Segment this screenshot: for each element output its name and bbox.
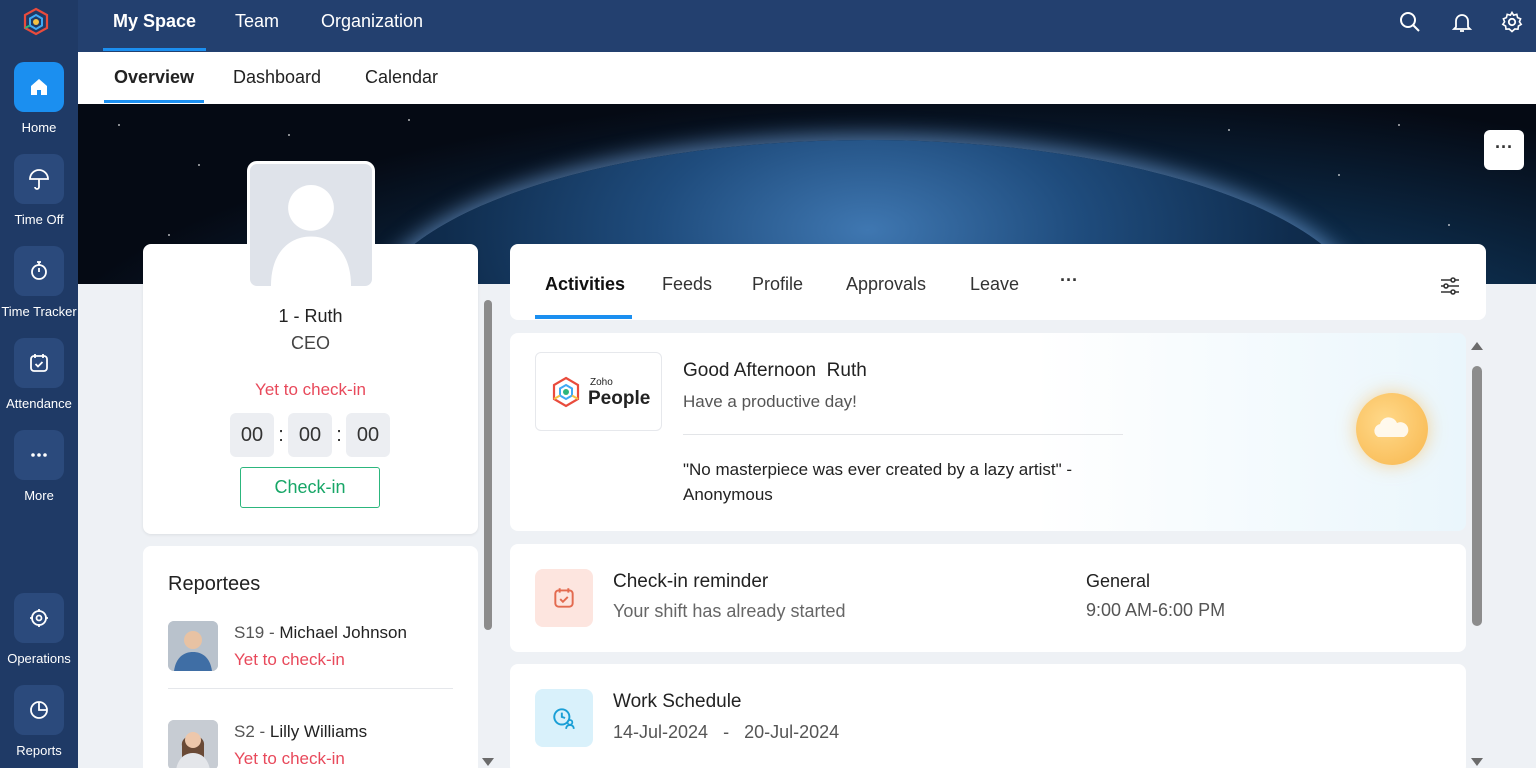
checkin-button[interactable]: Check-in: [240, 467, 380, 508]
sidebar-item-label: More: [24, 488, 54, 503]
reportee-name: Lilly Williams: [269, 722, 368, 741]
filter-settings-icon[interactable]: [1438, 274, 1462, 298]
schedule-separator: -: [723, 722, 730, 742]
shift-time: 9:00 AM-6:00 PM: [1086, 600, 1226, 620]
active-tab-indicator: [535, 315, 632, 319]
tab-dashboard[interactable]: Dashboard: [233, 52, 321, 104]
left-rail: Home Time Off Time Tracker Attendance Mo…: [0, 0, 78, 768]
work-schedule-dates: 14-Jul-2024 - 20-Jul-2024: [613, 722, 839, 743]
schedule-from: 14-Jul-2024: [613, 722, 709, 742]
reportee-photo: [168, 621, 218, 671]
tab-my-space[interactable]: My Space: [102, 0, 207, 52]
checkin-status: Yet to check-in: [255, 380, 366, 399]
umbrella-icon: [14, 154, 64, 204]
profile-role: CEO: [290, 333, 330, 353]
sidebar-item-operations[interactable]: Operations: [0, 593, 78, 679]
greeting-salutation: Good Afternoon: [683, 360, 817, 381]
scroll-down-icon[interactable]: [482, 758, 494, 766]
sidebar-item-label: Reports: [16, 743, 62, 758]
more-dots-icon: [14, 430, 64, 480]
reportee-name: Michael Johnson: [279, 623, 407, 642]
scrollbar-thumb[interactable]: [1472, 366, 1482, 626]
shift-name: General: [1086, 571, 1151, 591]
reportee-id: S2: [234, 722, 255, 741]
checkin-timer: 00 : 00 : 00: [230, 413, 390, 457]
sidebar-item-label: Time Tracker: [1, 304, 77, 319]
profile-name: 1 - Ruth: [278, 306, 343, 326]
timer-hours: 00: [230, 413, 274, 457]
avatar[interactable]: [247, 161, 375, 289]
list-item[interactable]: S2 - Lilly Williams Yet to check-in: [168, 720, 453, 768]
timer-seconds: 00: [346, 413, 390, 457]
tab-approvals[interactable]: Approvals: [846, 274, 926, 295]
avatar-placeholder-icon: [270, 184, 352, 286]
divider: [683, 434, 1123, 435]
timer-minutes: 00: [288, 413, 332, 457]
pie-chart-icon: [14, 685, 64, 735]
right-scrollbar[interactable]: [1468, 334, 1486, 768]
calendar-reminder-icon: [535, 569, 593, 627]
scroll-down-icon[interactable]: [1471, 758, 1483, 766]
reminder-title: Check-in reminder: [613, 571, 769, 592]
tab-more-button[interactable]: ···: [1060, 270, 1078, 291]
sidebar-item-more[interactable]: More: [0, 430, 78, 516]
weather-sun-icon: [1356, 393, 1428, 465]
calendar-check-icon: [14, 338, 64, 388]
stopwatch-icon: [14, 246, 64, 296]
bell-icon[interactable]: [1450, 10, 1474, 34]
reportee-status: Yet to check-in: [234, 650, 345, 669]
app-logo-icon[interactable]: [20, 6, 52, 38]
sidebar-item-time-tracker[interactable]: Time Tracker: [0, 246, 78, 332]
schedule-to: 20-Jul-2024: [744, 722, 840, 742]
list-item[interactable]: S19 - Michael Johnson Yet to check-in: [168, 621, 453, 681]
tab-activities[interactable]: Activities: [545, 274, 625, 295]
reportee-status: Yet to check-in: [234, 749, 345, 768]
reminder-subtitle: Your shift has already started: [613, 601, 846, 621]
schedule-clock-icon: [535, 689, 593, 747]
work-schedule-title: Work Schedule: [613, 691, 742, 712]
sidebar-item-label: Time Off: [14, 212, 64, 227]
tab-overview[interactable]: Overview: [103, 52, 205, 104]
reportees-title: Reportees: [168, 573, 261, 595]
checkin-reminder-card: [510, 544, 1466, 652]
tab-feeds[interactable]: Feeds: [662, 274, 712, 295]
tab-team[interactable]: Team: [235, 0, 279, 52]
tab-organization[interactable]: Organization: [321, 0, 423, 52]
home-icon: [14, 62, 64, 112]
sidebar-item-label: Operations: [7, 651, 71, 666]
sidebar-item-home[interactable]: Home: [0, 62, 78, 148]
operations-icon: [14, 593, 64, 643]
reportee-photo: [168, 720, 218, 768]
logo-big-text: People: [588, 388, 651, 409]
tab-profile[interactable]: Profile: [752, 274, 803, 295]
sidebar-item-reports[interactable]: Reports: [0, 685, 78, 768]
banner-more-button[interactable]: ···: [1484, 130, 1524, 170]
reportee-id: S19: [234, 623, 265, 642]
greeting-name: Ruth: [826, 360, 867, 381]
scrollbar-thumb[interactable]: [484, 300, 492, 630]
sidebar-item-attendance[interactable]: Attendance: [0, 338, 78, 424]
sidebar-item-label: Attendance: [6, 396, 72, 411]
zoho-people-logo: Zoho People: [535, 352, 662, 431]
greeting-subtitle: Have a productive day!: [683, 392, 857, 411]
tab-leave[interactable]: Leave: [970, 274, 1019, 295]
divider: [168, 688, 453, 689]
sidebar-item-time-off[interactable]: Time Off: [0, 154, 78, 240]
sidebar-item-label: Home: [21, 120, 57, 135]
zoho-people-logo-icon: [552, 376, 580, 408]
greeting-title: Good Afternoon Ruth: [683, 360, 867, 382]
quote-text: "No masterpiece was ever created by a la…: [683, 460, 1073, 504]
tab-calendar[interactable]: Calendar: [365, 52, 438, 104]
left-scrollbar[interactable]: [481, 300, 495, 768]
search-icon[interactable]: [1398, 10, 1422, 34]
gear-icon[interactable]: [1500, 10, 1524, 34]
scroll-up-icon[interactable]: [1471, 342, 1483, 350]
work-schedule-card: [510, 664, 1466, 768]
logo-small-text: Zoho: [590, 377, 613, 388]
sub-tab-bar: Overview Dashboard Calendar: [78, 52, 1536, 104]
top-bar: My Space Team Organization: [78, 0, 1536, 52]
